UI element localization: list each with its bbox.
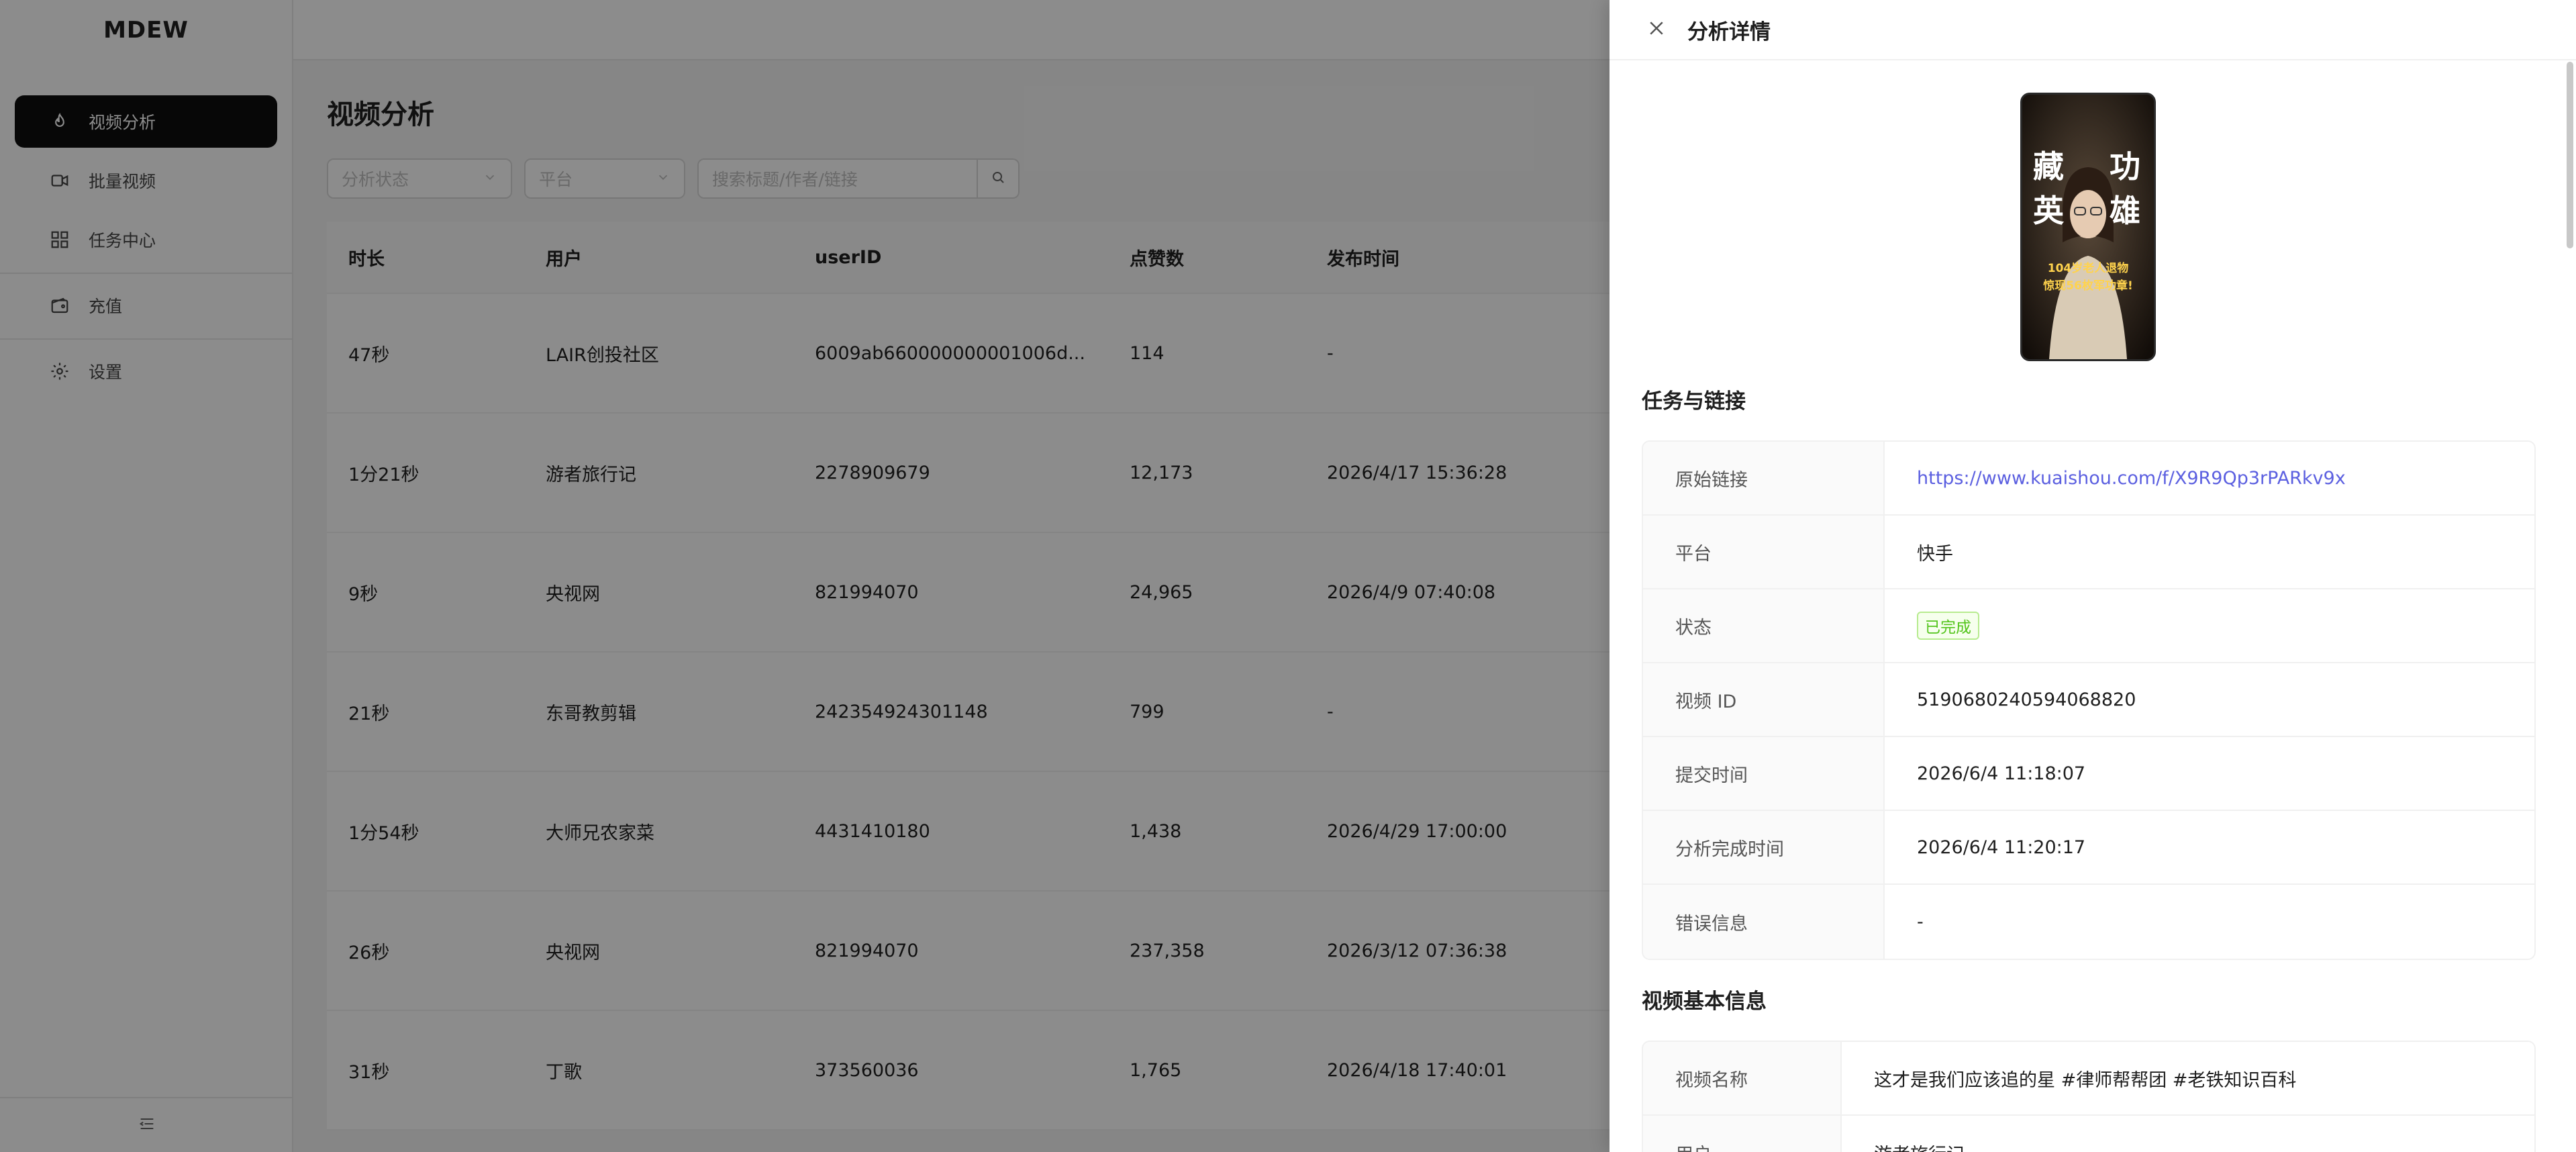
detail-row: 提交时间 2026/6/4 11:18:07: [1643, 737, 2534, 811]
detail-value: 这才是我们应该追的星 #律师帮帮团 #老铁知识百科: [1874, 1069, 2297, 1091]
detail-value: 2026/6/4 11:20:17: [1917, 836, 2086, 858]
drawer-close-button[interactable]: [1643, 16, 1670, 43]
thumbnail-caption-line1: 104岁老人退物: [2047, 262, 2129, 275]
detail-label: 分析完成时间: [1643, 811, 1885, 883]
video-thumbnail[interactable]: 藏英 功雄 104岁老人退物 惊现56枚军功章!: [2020, 93, 2156, 361]
detail-row: 视频名称 这才是我们应该追的星 #律师帮帮团 #老铁知识百科: [1643, 1042, 2534, 1116]
original-link[interactable]: https://www.kuaishou.com/f/X9R9Qp3rPARkv…: [1917, 468, 2346, 489]
detail-row: 错误信息 -: [1643, 885, 2534, 959]
close-icon: [1646, 18, 1667, 41]
detail-value: 游者旅行记: [1842, 1116, 1965, 1152]
detail-label: 原始链接: [1643, 442, 1885, 514]
section-title-task-links: 任务与链接: [1642, 389, 1746, 414]
detail-value: 5190680240594068820: [1917, 689, 2136, 710]
detail-row: 视频 ID 5190680240594068820: [1643, 663, 2534, 737]
detail-value: -: [1917, 911, 1924, 932]
detail-value: 已完成: [1885, 589, 1979, 662]
detail-label: 平台: [1643, 516, 1885, 588]
status-badge: 已完成: [1917, 612, 1979, 640]
detail-label: 状态: [1643, 589, 1885, 662]
detail-value: 快手: [1917, 543, 1953, 565]
section-title-video-basic-info: 视频基本信息: [1642, 990, 1767, 1014]
detail-row: 状态 已完成: [1643, 589, 2534, 663]
drawer-title: 分析详情: [1687, 19, 1771, 44]
detail-label: 提交时间: [1643, 737, 1885, 810]
detail-label: 用户: [1643, 1116, 1842, 1152]
app: MDEW 视频分析 批量视频 任务中心 充值 设置 视频分析 分析状态 平台 搜…: [0, 0, 2576, 1152]
thumbnail-caption-line2: 惊现56枚军功章!: [2043, 279, 2133, 293]
task-links-table: 原始链接 https://www.kuaishou.com/f/X9R9Qp3r…: [1642, 440, 2536, 960]
detail-label: 错误信息: [1643, 885, 1885, 959]
detail-row: 用户 游者旅行记: [1643, 1116, 2534, 1152]
detail-value: 2026/6/4 11:18:07: [1917, 763, 2086, 784]
analysis-detail-drawer: 分析详情 藏英 功雄 104岁老人退物 惊现56枚军功章! 任务与链接 原始链接…: [1609, 0, 2576, 1152]
detail-label: 视频名称: [1643, 1042, 1842, 1114]
video-basic-info-table: 视频名称 这才是我们应该追的星 #律师帮帮团 #老铁知识百科 用户 游者旅行记: [1642, 1041, 2536, 1152]
drawer-header: 分析详情: [1609, 0, 2576, 60]
thumbnail-text-right: 功雄: [2110, 148, 2140, 229]
detail-row: 分析完成时间 2026/6/4 11:20:17: [1643, 811, 2534, 885]
detail-value: https://www.kuaishou.com/f/X9R9Qp3rPARkv…: [1885, 442, 2346, 514]
thumbnail-text-left: 藏英: [2033, 148, 2064, 229]
drawer-body: 藏英 功雄 104岁老人退物 惊现56枚军功章! 任务与链接 原始链接 http…: [1609, 62, 2576, 1152]
detail-label: 视频 ID: [1643, 663, 1885, 736]
detail-row: 原始链接 https://www.kuaishou.com/f/X9R9Qp3r…: [1643, 442, 2534, 516]
detail-row: 平台 快手: [1643, 516, 2534, 589]
